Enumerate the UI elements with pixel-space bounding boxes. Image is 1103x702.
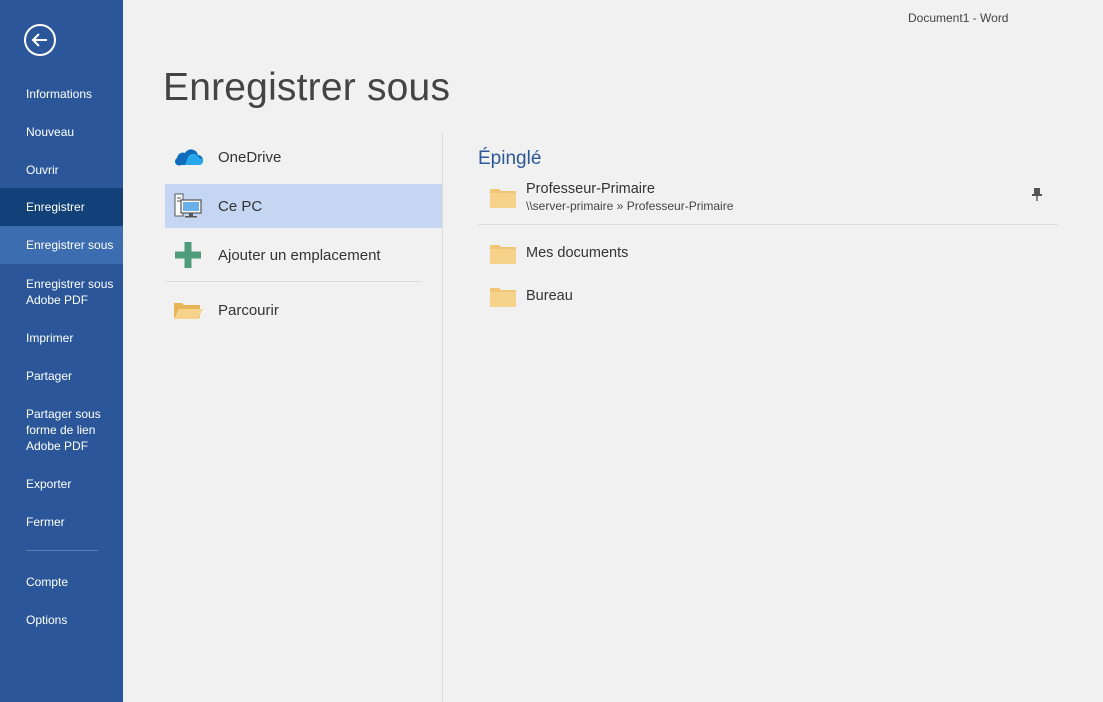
nav-item-enregistrer[interactable]: Enregistrer: [0, 188, 123, 226]
window-title: Document1 - Word: [908, 11, 1009, 25]
nav-item-ouvrir[interactable]: Ouvrir: [0, 161, 123, 179]
folder-path: \\server-primaire » Professeur-Primaire: [526, 198, 734, 213]
folder-icon: [490, 288, 516, 307]
folder-icon: [490, 245, 516, 264]
nav-item-fermer[interactable]: Fermer: [0, 513, 123, 531]
open-folder-icon: [171, 295, 205, 325]
pin-icon[interactable]: [1031, 187, 1043, 201]
nav-item-imprimer[interactable]: Imprimer: [0, 329, 123, 347]
locations-divider: [165, 281, 421, 282]
location-label: Ajouter un emplacement: [218, 246, 381, 264]
location-parcourir[interactable]: Parcourir: [165, 288, 442, 332]
nav-item-nouveau[interactable]: Nouveau: [0, 123, 123, 141]
nav-item-enregistrer-sous[interactable]: Enregistrer sous: [0, 226, 123, 264]
plus-icon: [171, 240, 205, 270]
location-ce-pc[interactable]: Ce PC: [165, 184, 442, 228]
nav-divider: [26, 550, 98, 551]
folder-name: Bureau: [526, 288, 573, 304]
nav-item-enregistrer-sous-pdf[interactable]: Enregistrer sous Adobe PDF: [0, 275, 123, 309]
folder-item-bureau[interactable]: Bureau: [478, 283, 1058, 309]
nav-item-partager[interactable]: Partager: [0, 367, 123, 385]
nav-item-exporter[interactable]: Exporter: [0, 475, 123, 493]
pinned-divider: [478, 224, 1058, 225]
location-label: OneDrive: [218, 148, 282, 166]
location-onedrive[interactable]: OneDrive: [165, 135, 442, 179]
nav-item-informations[interactable]: Informations: [0, 85, 123, 103]
folder-name: Mes documents: [526, 245, 629, 261]
onedrive-cloud-icon: [171, 142, 205, 172]
folder-item-mes-documents[interactable]: Mes documents: [478, 240, 1058, 266]
page-title: Enregistrer sous: [163, 66, 451, 109]
column-divider: [442, 133, 443, 702]
pinned-folder-item[interactable]: Professeur-Primaire \\server-primaire » …: [478, 179, 1058, 215]
backstage-nav: Informations Nouveau Ouvrir Enregistrer …: [0, 0, 123, 702]
folder-icon: [490, 189, 516, 208]
computer-icon: [171, 191, 205, 221]
pinned-heading: Épinglé: [478, 148, 542, 169]
location-ajouter-emplacement[interactable]: Ajouter un emplacement: [165, 233, 442, 277]
nav-item-compte[interactable]: Compte: [0, 573, 123, 591]
nav-item-options[interactable]: Options: [0, 611, 123, 629]
folder-name: Professeur-Primaire: [526, 180, 655, 197]
back-button[interactable]: [24, 24, 56, 56]
location-label: Ce PC: [218, 197, 263, 215]
back-arrow-icon: [31, 33, 47, 47]
nav-item-partager-lien-pdf[interactable]: Partager sous forme de lien Adobe PDF: [0, 405, 123, 455]
location-label: Parcourir: [218, 301, 279, 319]
